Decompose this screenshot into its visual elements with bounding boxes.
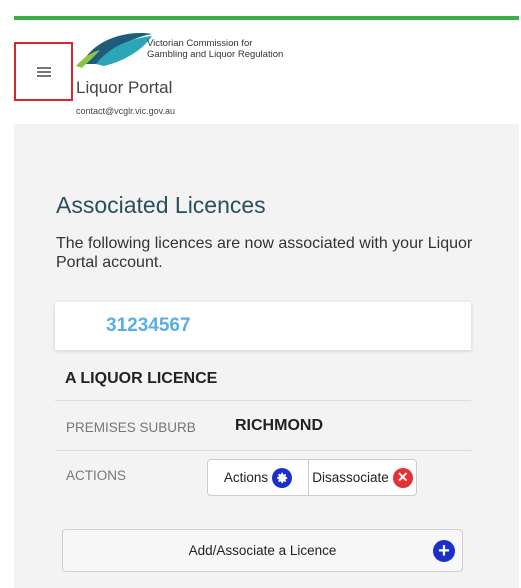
portal-frame: Victorian Commission for Gambling and Li… <box>14 16 519 588</box>
licence-number-card[interactable]: 31234567 <box>55 302 471 350</box>
org-name-line1: Victorian Commission for <box>147 38 253 49</box>
plus-circle-icon: + <box>433 540 455 562</box>
premises-suburb-label: PREMISES SUBURB <box>66 420 196 435</box>
page-title: Associated Licences <box>56 192 266 218</box>
org-name: Victorian Commission for Gambling and Li… <box>147 38 283 60</box>
disassociate-button-label: Disassociate <box>312 470 389 485</box>
hamburger-icon <box>36 66 51 77</box>
add-associate-licence-button[interactable]: Add/Associate a Licence + <box>62 529 463 572</box>
gear-icon <box>272 467 293 488</box>
portal-title: Liquor Portal <box>76 78 173 97</box>
site-header: Victorian Commission for Gambling and Li… <box>14 16 519 124</box>
divider <box>55 450 471 451</box>
menu-button[interactable] <box>14 42 73 101</box>
licence-number[interactable]: 31234567 <box>106 315 191 337</box>
close-circle-icon: ✕ <box>392 467 413 488</box>
intro-text: The following licences are now associate… <box>56 235 473 271</box>
licence-name: A LIQUOR LICENCE <box>65 370 218 387</box>
add-associate-licence-label: Add/Associate a Licence <box>188 543 337 558</box>
divider <box>55 400 471 401</box>
actions-button[interactable]: Actions <box>208 460 309 495</box>
premises-suburb-value: RICHMOND <box>235 417 323 434</box>
org-name-line2: Gambling and Liquor Regulation <box>147 49 284 60</box>
actions-button-label: Actions <box>223 470 269 485</box>
licence-action-buttons: Actions Disassociate ✕ <box>207 459 417 496</box>
disassociate-button[interactable]: Disassociate ✕ <box>309 460 416 495</box>
contact-email[interactable]: contact@vcglr.vic.gov.au <box>76 106 175 116</box>
actions-label: ACTIONS <box>66 468 127 483</box>
